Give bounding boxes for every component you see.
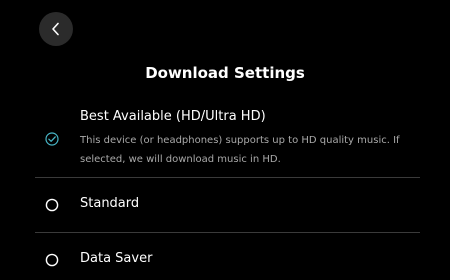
option-label: Standard <box>80 196 140 211</box>
back-button[interactable] <box>39 12 73 46</box>
option-label: Data Saver <box>80 251 153 266</box>
divider <box>35 177 420 178</box>
page-title: Download Settings <box>145 64 305 82</box>
check-circle-icon <box>45 132 59 146</box>
radio-unselected-icon <box>45 253 59 267</box>
option-label: Best Available (HD/Ultra HD) <box>80 109 266 124</box>
download-settings-screen: Download Settings Best Available (HD/Ult… <box>0 0 450 280</box>
option-standard[interactable]: Standard <box>0 177 450 232</box>
divider <box>35 232 420 233</box>
option-best-available[interactable]: Best Available (HD/Ultra HD) This device… <box>0 100 450 177</box>
quality-option-list: Best Available (HD/Ultra HD) This device… <box>0 100 450 280</box>
chevron-left-icon <box>52 22 59 36</box>
option-data-saver[interactable]: Data Saver <box>0 232 450 280</box>
radio-unselected-icon <box>45 198 59 212</box>
option-description: This device (or headphones) supports up … <box>80 135 400 165</box>
